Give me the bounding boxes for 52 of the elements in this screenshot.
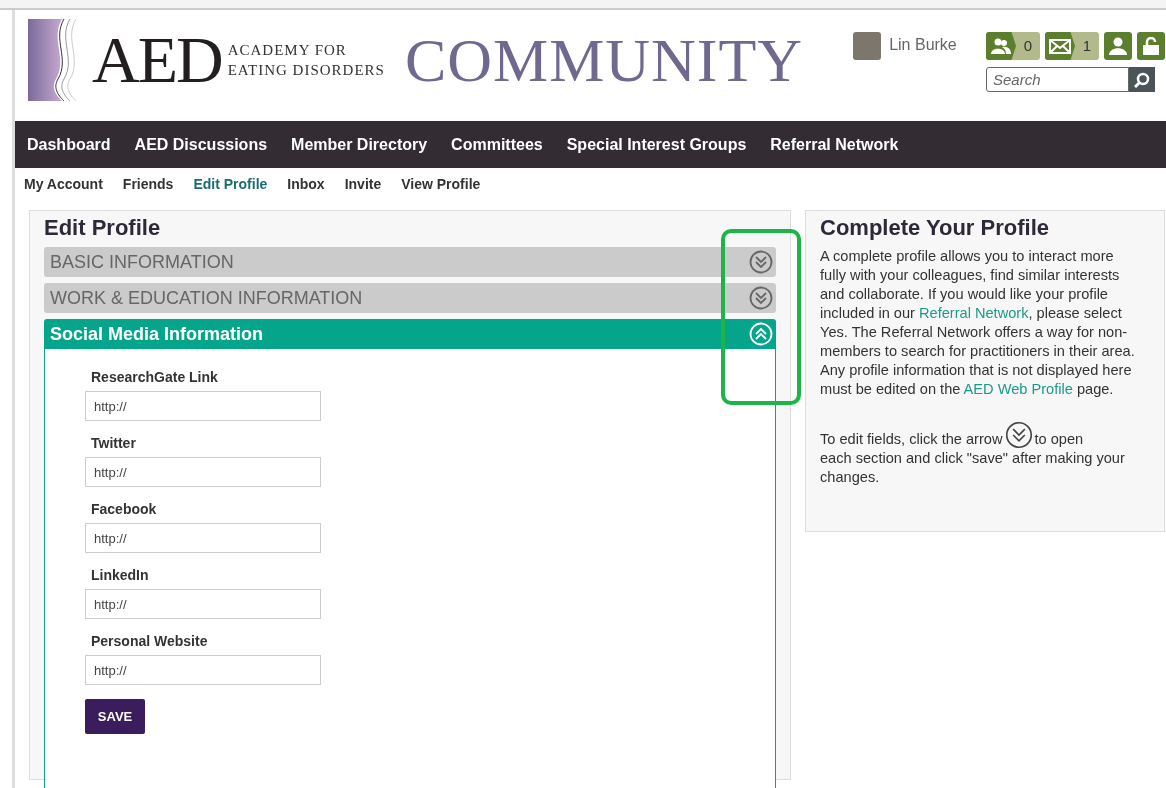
nav-link[interactable]: Special Interest Groups	[566, 135, 747, 154]
people-icon	[991, 38, 1011, 54]
url-input-field[interactable]: http://	[85, 457, 321, 487]
logo-mark: AED	[92, 22, 222, 98]
subnav-tab[interactable]: My Account	[24, 176, 103, 192]
url-input-field[interactable]: http://	[85, 391, 321, 421]
logo-tagline: ACADEMY FOR	[227, 41, 348, 60]
messages-count-button[interactable]: 1	[1045, 32, 1099, 60]
accordion-header[interactable]: WORK & EDUCATION INFORMATION	[44, 283, 776, 313]
search-field[interactable]: Search	[986, 67, 1129, 92]
user-name[interactable]: Lin Burke	[889, 36, 957, 54]
subnav-tab[interactable]: Invite	[344, 176, 382, 192]
save-button[interactable]: SAVE	[85, 699, 145, 734]
subnav-tab[interactable]: Friends	[122, 176, 174, 192]
search-icon	[1134, 71, 1150, 88]
person-icon	[1109, 37, 1127, 55]
hint-text: To edit fields, click the arrow	[820, 430, 1003, 449]
avatar-photo-placeholder	[853, 32, 882, 60]
collapse-chevron-icon[interactable]	[749, 322, 773, 346]
friends-count-button[interactable]: 0	[986, 32, 1040, 60]
logo-tagline: EATING DISORDERS	[227, 61, 385, 80]
padlock-icon	[1142, 37, 1160, 55]
field-label: Twitter	[91, 435, 137, 451]
hint-text: each section and click "save" after making your changes.	[820, 449, 1126, 487]
expand-chevron-icon	[1004, 421, 1033, 449]
field-label: Personal Website	[91, 633, 209, 649]
field-label: LinkedIn	[91, 567, 150, 583]
hint-text: to open	[1034, 430, 1084, 449]
url-input-field[interactable]: http://	[85, 655, 321, 685]
url-input-field[interactable]: http://	[85, 589, 321, 619]
panel-title: Edit Profile	[44, 215, 162, 241]
profile-button[interactable]	[1104, 32, 1132, 60]
expand-chevron-icon[interactable]	[749, 250, 773, 274]
subnav-tab[interactable]: Edit Profile	[193, 176, 268, 192]
subnav-tab[interactable]: View Profile	[401, 176, 481, 192]
site-title: COMMUNITY	[404, 24, 804, 96]
nav-link[interactable]: Dashboard	[27, 135, 111, 154]
logout-button[interactable]	[1137, 32, 1165, 60]
nav-link[interactable]: AED Discussions	[134, 135, 268, 154]
url-input-field[interactable]: http://	[85, 523, 321, 553]
sidebar-paragraph: A complete profile allows you to interact more fully with your colleagues, find similar interests and collaborate. If you would like your profile included in our Referral Network, please select Yes. The Referral Network offers a way for non-members to search for practitioners in their area. Any profile information that is not displayed here must be edited on the AED Web Profile page.	[820, 247, 1136, 399]
subnav-tab[interactable]: Inbox	[287, 176, 325, 192]
envelope-icon	[1049, 38, 1071, 54]
nav-link[interactable]: Member Directory	[291, 135, 428, 154]
nav-link[interactable]: Committees	[451, 135, 543, 154]
field-label: Facebook	[91, 501, 158, 517]
expand-chevron-icon[interactable]	[749, 286, 773, 310]
accordion-header[interactable]: BASIC INFORMATION	[44, 247, 776, 277]
search-button[interactable]	[1129, 67, 1155, 92]
field-label: ResearchGate Link	[91, 369, 219, 385]
nav-link[interactable]: Referral Network	[770, 135, 899, 154]
sidebar-title: Complete Your Profile	[820, 215, 1050, 241]
